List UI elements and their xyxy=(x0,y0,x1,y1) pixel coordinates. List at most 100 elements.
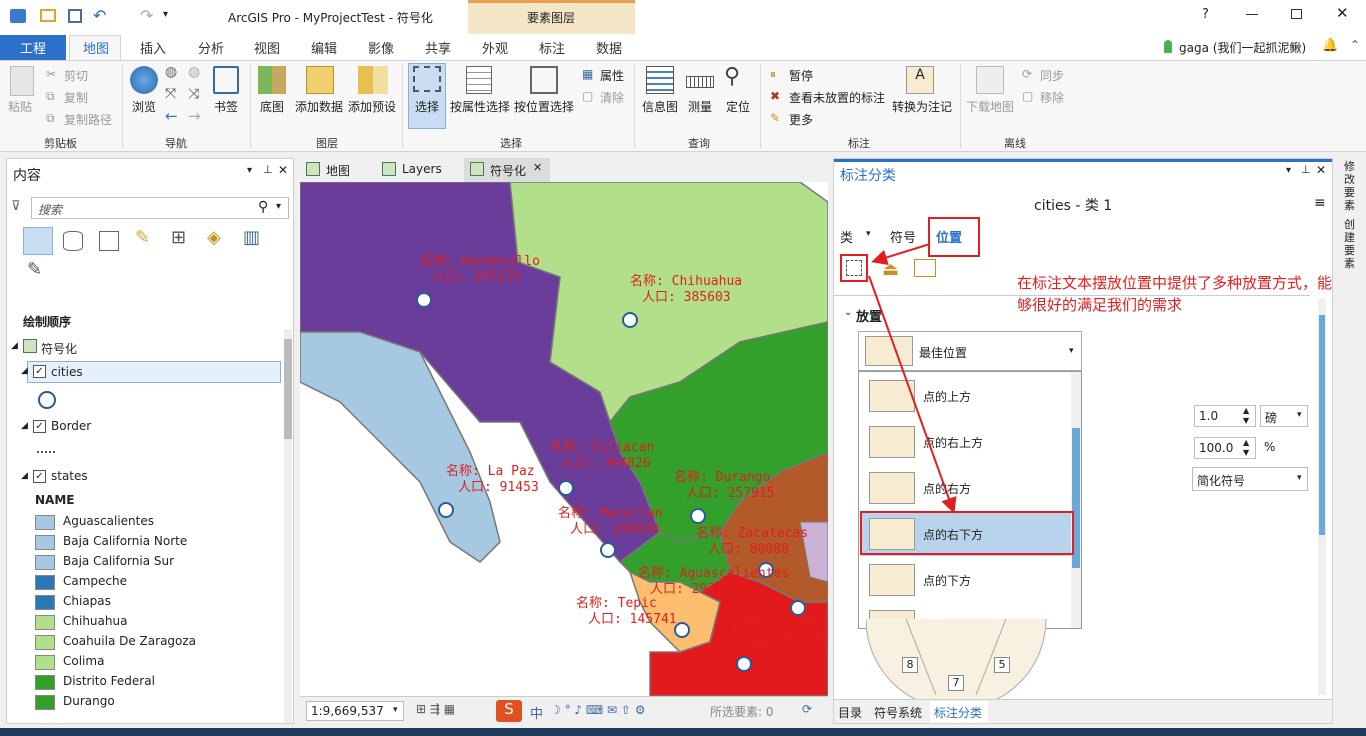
filter-icon[interactable]: ⊽ xyxy=(11,199,21,214)
wheel-priority-5[interactable]: 5 xyxy=(994,657,1010,673)
pane-close-icon[interactable]: ✕ xyxy=(278,163,288,177)
expand-map-icon[interactable]: ◢ xyxy=(11,341,18,351)
city-point-icon[interactable] xyxy=(790,600,806,616)
layer-3d-icon[interactable]: ◍ xyxy=(188,64,200,80)
list-by-perspective-imagery-icon[interactable]: ✎ xyxy=(27,259,42,280)
city-label[interactable]: 名称: Aguascalientes 人口: 293152 xyxy=(638,566,789,598)
add-preset-button[interactable]: 添加预设 xyxy=(348,98,396,115)
bottom-tab-symbology[interactable]: 符号系统 xyxy=(874,704,922,721)
city-label[interactable]: 名称: Hermosillo 人口: 297175 xyxy=(420,254,540,286)
list-by-selection-icon[interactable] xyxy=(99,231,119,251)
close-button[interactable]: ✕ xyxy=(1336,4,1349,22)
download-map-button[interactable]: 下载地图 xyxy=(966,98,1014,115)
cut-button[interactable]: 剪切 xyxy=(64,67,88,84)
bottom-tab-catalog[interactable]: 目录 xyxy=(838,704,862,721)
search-dropdown-icon[interactable]: ▾ xyxy=(276,201,281,212)
percent-spinner[interactable]: ▲ ▼ xyxy=(1243,438,1249,458)
save-icon[interactable] xyxy=(68,9,82,23)
clear-button[interactable]: 清除 xyxy=(600,89,624,106)
city-label[interactable]: 名称: Culiacan 人口: 304826 xyxy=(550,440,654,472)
city-label[interactable]: 名称: Mazatlan 人口: 199830 xyxy=(558,506,662,538)
label-pane-scrollbar[interactable] xyxy=(1318,299,1326,695)
offset-unit-select[interactable]: 磅 ▾ xyxy=(1260,405,1308,427)
city-point-icon[interactable] xyxy=(736,656,752,672)
add-data-button[interactable]: 添加数据 xyxy=(295,98,343,115)
offset-size-spinner[interactable]: ▲ ▼ xyxy=(1243,406,1249,426)
pin-icon[interactable]: ⊥ xyxy=(263,163,273,176)
border-visibility-checkbox[interactable]: ✓ xyxy=(33,420,46,433)
city-point-icon[interactable] xyxy=(558,480,574,496)
tab-share[interactable]: 共享 xyxy=(425,38,451,57)
globe-icon[interactable]: ◍ xyxy=(165,64,177,80)
wheel-priority-7[interactable]: 7 xyxy=(948,675,964,691)
map-canvas[interactable]: 名称: Hermosillo 人口: 297175 名称: Chihuahua 人口:… xyxy=(300,182,828,696)
map-tab-close-icon[interactable]: ✕ xyxy=(533,161,542,174)
tab-appearance[interactable]: 外观 xyxy=(482,38,508,57)
city-point-icon[interactable] xyxy=(438,502,454,518)
priority-wheel[interactable] xyxy=(866,619,1066,699)
help-button[interactable]: ? xyxy=(1202,7,1209,22)
wheel-priority-8[interactable]: 8 xyxy=(902,657,918,673)
forward-icon[interactable]: → xyxy=(188,107,201,125)
city-label[interactable]: 名称: Durango 人口: 257915 xyxy=(674,470,775,502)
city-point-icon[interactable] xyxy=(600,542,616,558)
notification-icon[interactable]: 🔔 xyxy=(1322,38,1338,53)
redo-icon[interactable]: ↷ xyxy=(140,6,153,25)
copy-path-button[interactable]: 复制路径 xyxy=(64,111,112,128)
pause-button[interactable]: 暂停 xyxy=(789,67,813,84)
label-pane-scrollbar-thumb[interactable] xyxy=(1319,315,1325,535)
restore-button[interactable] xyxy=(1291,9,1302,19)
label-pane-close-icon[interactable]: ✕ xyxy=(1316,163,1326,177)
ime-mode[interactable]: 中 xyxy=(530,703,543,722)
infographics-button[interactable]: 信息图 xyxy=(642,98,678,115)
offset-size-input[interactable]: 1.0 ▲ ▼ xyxy=(1194,405,1256,427)
select-by-attributes-button[interactable]: 按属性选择 xyxy=(450,98,510,115)
undo-icon[interactable]: ↶ xyxy=(93,6,106,25)
view-unplaced-button[interactable]: 查看未放置的标注 xyxy=(789,89,885,106)
scale-input[interactable]: 1:9,669,537 ▾ xyxy=(306,701,404,721)
expand-states-icon[interactable]: ◢ xyxy=(21,471,28,481)
city-point-icon[interactable] xyxy=(416,292,432,308)
open-icon[interactable] xyxy=(40,9,56,22)
tab-labeling[interactable]: 标注 xyxy=(539,38,565,57)
percent-input[interactable]: 100.0 ▲ ▼ xyxy=(1194,437,1256,459)
city-label[interactable]: 名称: Tepic 人口: 145741 xyxy=(576,596,677,628)
city-label[interactable]: 名称: La Paz 人口: 91453 xyxy=(446,464,539,496)
basemap-button[interactable]: 底图 xyxy=(260,98,284,115)
map-tab-map[interactable]: 地图 xyxy=(326,162,350,179)
quick-access-dropdown-icon[interactable]: ▾ xyxy=(163,9,168,20)
contents-scrollbar[interactable] xyxy=(284,329,292,723)
contents-scrollbar-thumb[interactable] xyxy=(284,339,292,439)
full-extent-icon[interactable]: ⤧ xyxy=(165,86,176,102)
paste-button[interactable]: 粘贴 xyxy=(8,98,32,115)
ime-logo-icon[interactable]: S xyxy=(496,700,522,722)
tab-insert[interactable]: 插入 xyxy=(140,38,166,57)
more-button[interactable]: 更多 xyxy=(789,111,813,128)
create-features-tab[interactable]: 创建要素 xyxy=(1344,218,1360,270)
tab-edit[interactable]: 编辑 xyxy=(311,38,337,57)
attributes-button[interactable]: 属性 xyxy=(600,67,624,84)
simplify-symbol-select[interactable]: 简化符号 ▾ xyxy=(1192,467,1308,491)
city-point-icon[interactable] xyxy=(622,312,638,328)
cities-visibility-checkbox[interactable]: ✓ xyxy=(33,365,46,378)
list-by-labeling-icon[interactable]: ◈ xyxy=(207,227,221,248)
measure-button[interactable]: 测量 xyxy=(688,98,712,115)
city-point-icon[interactable] xyxy=(690,508,706,524)
pane-menu-icon[interactable]: ▾ xyxy=(247,165,252,176)
list-by-drawing-order-icon[interactable] xyxy=(23,227,53,255)
scale-dropdown-icon[interactable]: ▾ xyxy=(393,705,398,715)
tab-analysis[interactable]: 分析 xyxy=(198,38,224,57)
list-by-snapping-icon[interactable]: ⊞ xyxy=(171,227,186,248)
modify-features-tab[interactable]: 修改要素 xyxy=(1344,160,1360,212)
search-icon[interactable]: ⚲ xyxy=(258,199,268,215)
list-by-editing-icon[interactable]: ✎ xyxy=(135,227,150,248)
app-icon[interactable] xyxy=(10,9,26,23)
city-point-icon[interactable] xyxy=(674,622,690,638)
expand-cities-icon[interactable]: ◢ xyxy=(21,366,28,376)
navigation-tool-icons[interactable]: ⊞ ⇶ ▦ xyxy=(416,702,455,716)
copy-button[interactable]: 复制 xyxy=(64,89,88,106)
minimize-button[interactable] xyxy=(1246,14,1258,15)
placement-option[interactable]: 点的下方 xyxy=(861,558,1071,602)
search-input[interactable]: 搜索 ⚲ ▾ xyxy=(31,197,289,219)
refresh-icon[interactable]: ⟳ xyxy=(802,702,812,716)
